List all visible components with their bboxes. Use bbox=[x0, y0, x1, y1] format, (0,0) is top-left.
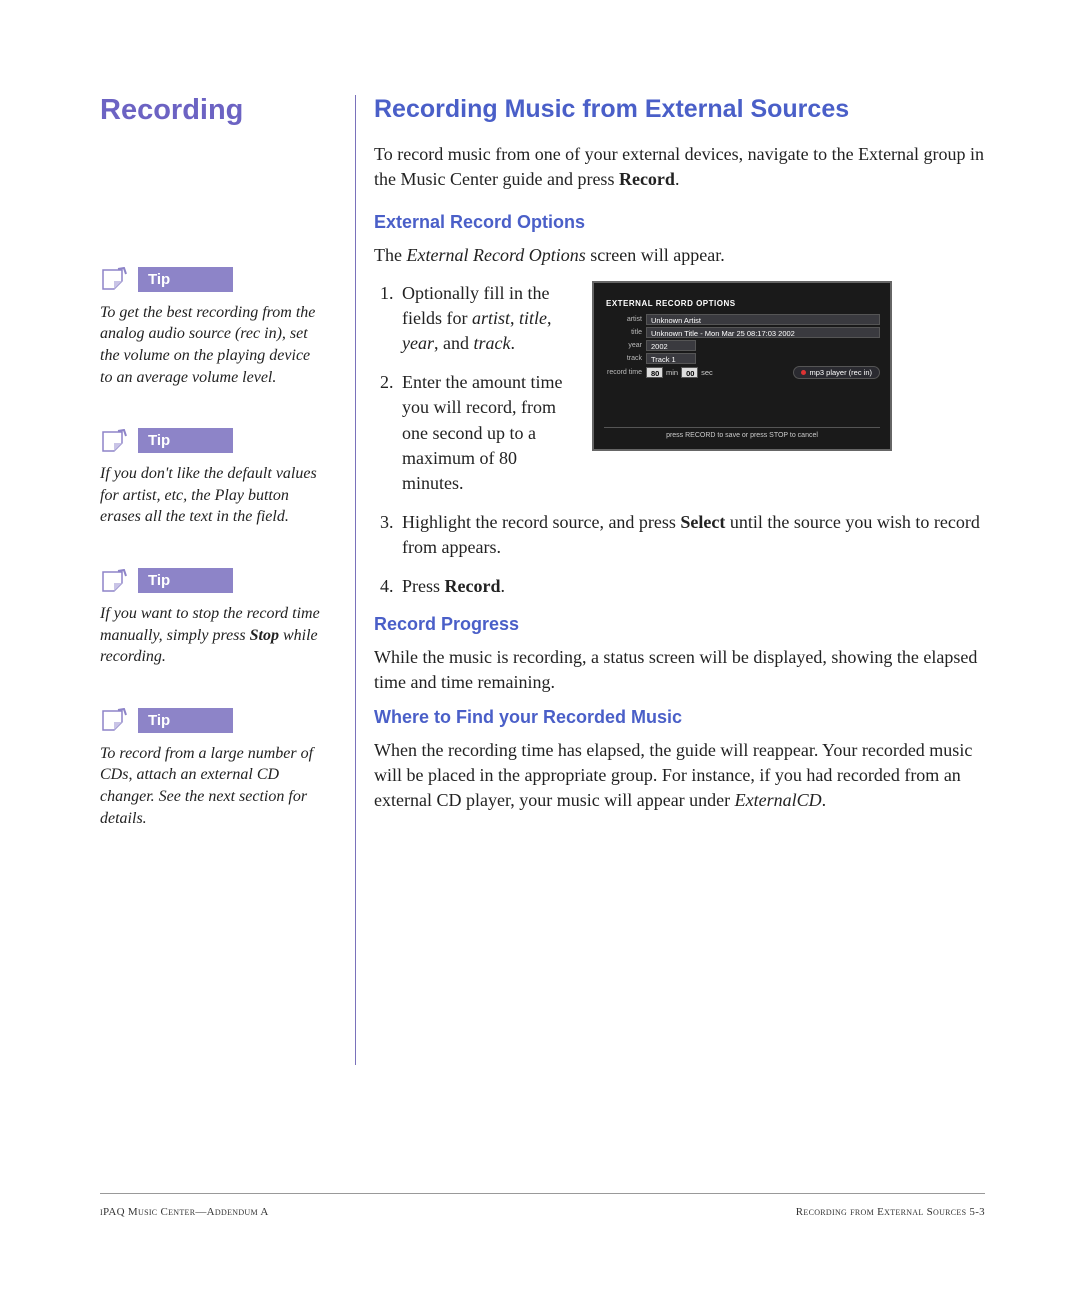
note-icon bbox=[100, 429, 132, 453]
ss-year-label: year bbox=[604, 342, 646, 349]
ss-title: EXTERNAL RECORD OPTIONS bbox=[606, 299, 880, 308]
tip-4: Tip To record from a large number of CDs… bbox=[100, 708, 345, 829]
ss-track-field: Track 1 bbox=[646, 353, 696, 364]
ss-sec-field: 00 bbox=[681, 367, 698, 378]
record-dot-icon bbox=[801, 370, 806, 375]
section-title: Recording bbox=[100, 95, 345, 127]
intro-paragraph: To record music from one of your externa… bbox=[374, 142, 985, 192]
tip-label: Tip bbox=[138, 428, 233, 453]
ss-track-label: track bbox=[604, 355, 646, 362]
tip-1: Tip To get the best recording from the a… bbox=[100, 267, 345, 388]
ss-footer-hint: press RECORD to save or press STOP to ca… bbox=[594, 427, 890, 439]
tip-2: Tip If you don't like the default values… bbox=[100, 428, 345, 528]
step-3: Highlight the record source, and press S… bbox=[398, 510, 985, 560]
ss-min-field: 80 bbox=[646, 367, 663, 378]
ss-source-pill: mp3 player (rec in) bbox=[793, 366, 880, 379]
step-1: Optionally fill in the fields for artist… bbox=[398, 281, 574, 357]
tip-label: Tip bbox=[138, 568, 233, 593]
step-4: Press Record. bbox=[398, 574, 985, 599]
footer-left: iPAQ Music Center—Addendum A bbox=[100, 1206, 269, 1218]
subheading-progress: Record Progress bbox=[374, 614, 985, 635]
main-content: Recording Music from External Sources To… bbox=[374, 95, 985, 1065]
ss-year-field: 2002 bbox=[646, 340, 696, 351]
sidebar: Recording Tip To get the best recording … bbox=[100, 95, 345, 1065]
subheading-where: Where to Find your Recorded Music bbox=[374, 707, 985, 728]
page-heading: Recording Music from External Sources bbox=[374, 95, 985, 124]
step-2: Enter the amount time you will record, f… bbox=[398, 370, 574, 496]
page-footer: iPAQ Music Center—Addendum A Recording f… bbox=[100, 1193, 985, 1218]
tip-text: If you want to stop the record time manu… bbox=[100, 603, 345, 668]
ss-artist-field: Unknown Artist bbox=[646, 314, 880, 325]
vertical-divider bbox=[355, 95, 356, 1065]
options-screenshot: EXTERNAL RECORD OPTIONS artistUnknown Ar… bbox=[592, 281, 892, 451]
ss-sec-unit: sec bbox=[698, 368, 716, 377]
note-icon bbox=[100, 267, 132, 291]
progress-paragraph: While the music is recording, a status s… bbox=[374, 645, 985, 695]
note-icon bbox=[100, 708, 132, 732]
options-intro: The External Record Options screen will … bbox=[374, 243, 985, 268]
where-paragraph: When the recording time has elapsed, the… bbox=[374, 738, 985, 814]
tip-text: To record from a large number of CDs, at… bbox=[100, 743, 345, 829]
tip-3: Tip If you want to stop the record time … bbox=[100, 568, 345, 668]
ss-title-field: Unknown Title - Mon Mar 25 08:17:03 2002 bbox=[646, 327, 880, 338]
tip-label: Tip bbox=[138, 708, 233, 733]
step-list-a: Optionally fill in the fields for artist… bbox=[374, 281, 574, 511]
tip-label: Tip bbox=[138, 267, 233, 292]
step-list-b: Highlight the record source, and press S… bbox=[374, 510, 985, 600]
ss-artist-label: artist bbox=[604, 316, 646, 323]
ss-rectime-label: record time bbox=[604, 369, 646, 376]
note-icon bbox=[100, 569, 132, 593]
ss-title-label: title bbox=[604, 329, 646, 336]
tip-text: If you don't like the default values for… bbox=[100, 463, 345, 528]
ss-min-unit: min bbox=[663, 368, 681, 377]
footer-right: Recording from External Sources 5-3 bbox=[796, 1206, 985, 1218]
subheading-options: External Record Options bbox=[374, 212, 985, 233]
tip-text: To get the best recording from the analo… bbox=[100, 302, 345, 388]
